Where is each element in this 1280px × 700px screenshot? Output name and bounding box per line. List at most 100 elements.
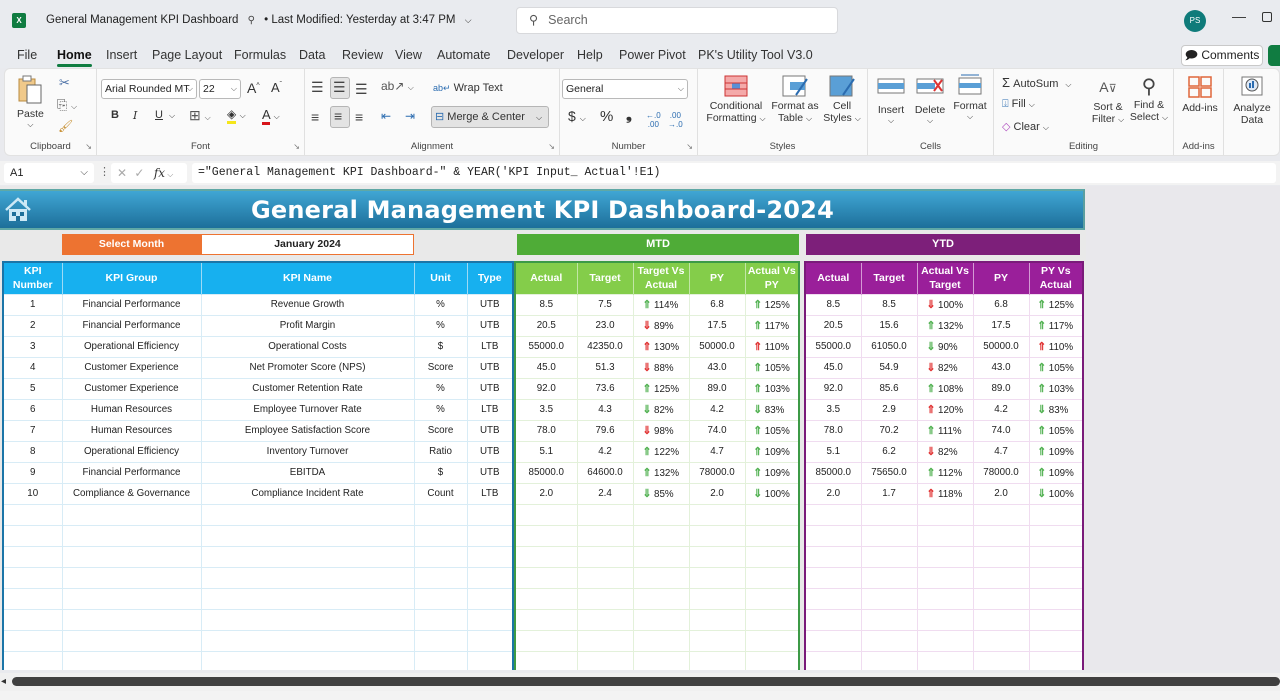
table-row: 2 Financial Performance Profit Margin% UTB [2,314,514,337]
increase-indent-icon[interactable]: ⇥ [405,109,415,123]
empty-cell [576,503,634,526]
table-row: 10 Compliance & Governance Compliance Inci… [2,482,514,505]
comma-button[interactable]: ❟ [626,107,632,124]
month-selector[interactable]: January 2024 [201,234,414,255]
ytd-actual-cell: 45.0 [804,356,862,379]
dialog-launcher-icon[interactable]: ↘ [293,142,300,151]
column-header: Unit [414,262,468,294]
worksheet[interactable]: General Management KPI Dashboard-2024 Se… [0,186,1280,670]
insert-function-icon[interactable]: fx [154,166,165,180]
italic-button[interactable]: I [133,109,137,122]
share-button[interactable] [1268,45,1280,66]
column-header: Target [861,262,918,294]
align-bottom-icon[interactable]: ☰ [355,81,368,98]
sort-filter-button[interactable]: A⊽ Sort & Filter ⌵ [1088,75,1128,125]
conditional-formatting-button[interactable]: Conditional Formatting ⌵ [704,75,768,124]
tab-power-pivot[interactable]: Power Pivot [619,48,686,62]
empty-cell [200,503,415,526]
align-top-icon[interactable]: ☰ [311,79,324,96]
tab-formulas[interactable]: Formulas [234,48,286,62]
minimize-button[interactable]: — [1232,8,1246,24]
fill-color-icon[interactable]: ◈ ⌵ [227,107,246,124]
dialog-launcher-icon[interactable]: ↘ [85,142,92,151]
font-size-select[interactable]: 22 ⌵ [199,79,241,99]
tab-automate[interactable]: Automate [437,48,491,62]
decrease-font-icon[interactable]: Aˇ [271,80,282,95]
arrow-down-icon: ⇓ [642,425,652,437]
tab-data[interactable]: Data [299,48,325,62]
avatar[interactable]: PS [1184,10,1206,32]
percent-value: 109% [1048,468,1074,479]
empty-cell [2,629,63,652]
empty-cell [466,587,514,610]
formula-input[interactable]: ="General Management KPI Dashboard-" & Y… [192,163,1276,183]
tab-insert[interactable]: Insert [106,48,137,62]
underline-dropdown-icon[interactable]: ⌵ [169,111,175,121]
cancel-icon[interactable]: ✕ [117,166,127,180]
copy-icon[interactable]: ⎘ ⌵ [57,97,77,113]
more-options-icon[interactable]: ⋮ [99,165,110,178]
search-input[interactable]: ⚲ Search [516,7,838,34]
insert-cells-button[interactable]: Insert ⌵ [874,75,908,126]
paste-button[interactable]: Paste ⌵ [17,75,44,130]
tab-file[interactable]: File [17,48,37,62]
borders-icon[interactable]: ⊞ ⌵ [189,107,211,124]
tab-home[interactable]: Home [57,48,92,67]
format-cells-button[interactable]: Format ⌵ [952,73,988,122]
align-left-icon[interactable]: ≡ [311,109,319,125]
dialog-launcher-icon[interactable]: ↘ [548,142,555,151]
tab-view[interactable]: View [395,48,422,62]
kpi-number-cell: 2 [2,314,63,337]
increase-font-icon[interactable]: A^ [247,80,260,96]
wrap-text-button[interactable]: ab↵ Wrap Text [433,82,503,94]
font-name-select[interactable]: Arial Rounded MT ⌵ [101,79,197,99]
orientation-icon[interactable]: ab↗ ⌵ [381,79,414,93]
clear-button[interactable]: ◇ Clear ⌵ [1002,120,1049,133]
tab-help[interactable]: Help [577,48,603,62]
analyze-data-button[interactable]: Analyze Data [1230,75,1274,126]
bold-button[interactable]: B [111,109,119,121]
addins-button[interactable]: Add-ins [1180,75,1220,114]
increase-decimal-icon[interactable]: ←.0.00 [646,111,661,129]
tab-developer[interactable]: Developer [507,48,564,62]
formula-bar: A1 ⌵ ⋮ ✕ ✓ fx ⌵ ="General Management KPI … [0,161,1280,185]
horizontal-scrollbar[interactable]: ◂ [0,673,1280,691]
format-as-table-button[interactable]: Format as Table ⌵ [770,75,820,124]
currency-button[interactable]: $ ⌵ [568,108,586,124]
number-group: General ⌵ $ ⌵ % ❟ ←.0.00 .00 →.0 Number ↘ [560,69,698,155]
cut-icon[interactable]: ✂ [59,75,70,91]
table-row: 92.0 85.6 ⇑ 108% 89.0 ⇑ 103% [804,377,1084,400]
tab-page-layout[interactable]: Page Layout [152,48,222,62]
decrease-indent-icon[interactable]: ⇤ [381,109,391,123]
autosum-button[interactable]: Σ AutoSum ⌵ [1002,75,1072,90]
decrease-decimal-icon[interactable]: .00 →.0 [668,111,683,129]
comments-button[interactable]: 🗩 Comments [1181,45,1263,66]
percent-button[interactable]: % [600,108,613,125]
delete-cells-button[interactable]: Delete ⌵ [912,75,948,126]
empty-cell [413,545,468,568]
empty-cell [804,650,862,670]
scrollbar-thumb[interactable] [12,677,1280,686]
cell-styles-button[interactable]: Cell Styles ⌵ [822,75,862,124]
format-painter-icon[interactable]: 🖌 [58,119,73,133]
empty-cell [860,587,918,610]
fill-button[interactable]: ⍗ Fill ⌵ [1002,98,1035,111]
percent-value: 83% [1048,405,1069,416]
status-bar [0,691,1280,700]
document-title-area[interactable]: General Management KPI Dashboard ⚲ • Las… [46,14,478,26]
empty-cell [413,566,468,589]
underline-button[interactable]: U [155,109,163,121]
tab-review[interactable]: Review [342,48,383,62]
align-right-icon[interactable]: ≡ [355,109,363,125]
number-format-select[interactable]: General ⌵ [562,79,688,99]
tab-utility-tool[interactable]: PK's Utility Tool V3.0 [698,48,813,62]
find-select-button[interactable]: ⚲ Find & Select ⌵ [1128,75,1170,123]
dialog-launcher-icon[interactable]: ↘ [686,142,693,151]
restore-button[interactable] [1262,12,1272,22]
name-box[interactable]: A1 ⌵ [4,163,94,183]
scroll-left-icon[interactable]: ◂ [1,676,6,687]
enter-icon[interactable]: ✓ [134,166,144,180]
unit-cell: Score [413,356,468,379]
empty-cell [744,503,800,526]
font-color-icon[interactable]: A ⌵ [262,107,280,125]
